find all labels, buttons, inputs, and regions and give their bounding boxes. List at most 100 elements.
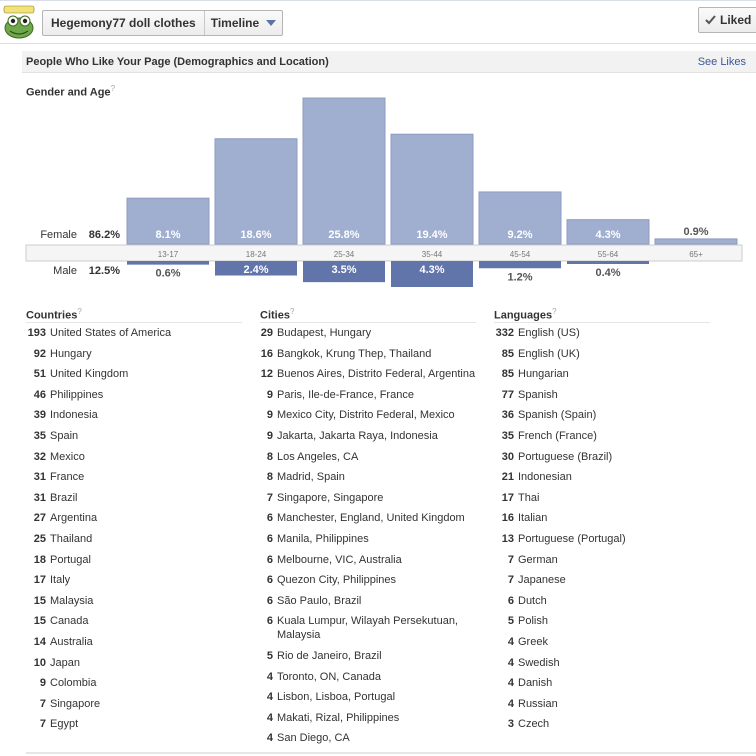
item-name: Portugal <box>50 553 91 566</box>
timeline-dropdown[interactable]: Timeline <box>205 11 282 35</box>
item-name: Singapore <box>50 697 101 710</box>
item-count: 29 <box>260 327 273 339</box>
male-value-label: 2.4% <box>243 264 268 276</box>
list-item: 10 Japan <box>26 656 242 670</box>
item-name: English (UK) <box>518 347 580 360</box>
list-item: 36 Spanish (Spain) <box>494 408 710 422</box>
item-name: Russian <box>518 697 558 710</box>
item-name: Bangkok, Krung Thep, Thailand <box>277 347 432 360</box>
item-name: Italian <box>518 512 548 525</box>
item-count: 12 <box>260 368 273 381</box>
male-bar <box>479 261 561 269</box>
item-name: Czech <box>518 718 550 731</box>
list-item: 7 Singapore <box>26 697 242 711</box>
age-tick-label: 13-17 <box>158 250 179 259</box>
item-name: Portuguese (Brazil) <box>518 450 613 463</box>
item-count: 36 <box>501 409 514 422</box>
list-item: 85 Hungarian <box>494 367 710 381</box>
list-item: 17 Thai <box>494 491 710 505</box>
cities-heading: Cities? <box>260 305 476 323</box>
list-item: 4 Makati, Rizal, Philippines <box>260 711 476 725</box>
list-item: 51 United Kingdom <box>26 367 242 381</box>
item-count: 6 <box>266 615 273 628</box>
list-item: 7 Japanese <box>494 573 710 587</box>
item-count: 5 <box>266 649 273 662</box>
item-name: Portuguese (Portugal) <box>518 532 626 545</box>
help-icon[interactable]: ? <box>290 307 294 316</box>
item-count: 6 <box>266 594 273 607</box>
female-value-label: 4.3% <box>595 229 620 241</box>
item-count: 6 <box>266 512 273 525</box>
item-count: 8 <box>266 471 273 484</box>
list-item: 31 France <box>26 470 242 484</box>
item-count: 4 <box>507 697 514 710</box>
see-likes-link[interactable]: See Likes <box>698 56 746 68</box>
female-total: 86.2% <box>89 229 120 241</box>
item-count: 6 <box>266 574 273 587</box>
male-value-label: 0.6% <box>155 268 180 280</box>
item-count: 25 <box>33 532 46 545</box>
item-count: 85 <box>501 368 514 381</box>
list-item: 92 Hungary <box>26 347 242 361</box>
female-value-label: 25.8% <box>328 229 359 241</box>
list-item: 6 Kuala Lumpur, Wilayah Persekutuan, Mala… <box>260 614 476 642</box>
checkmark-icon <box>705 15 716 25</box>
item-name: Brazil <box>50 491 78 504</box>
item-count: 7 <box>507 553 514 566</box>
age-tick-label: 45-54 <box>510 250 531 259</box>
item-name: Indonesia <box>50 409 98 422</box>
item-name: Colombia <box>50 677 97 690</box>
item-count: 77 <box>501 388 514 401</box>
list-item: 4 Swedish <box>494 656 710 670</box>
female-value-label: 9.2% <box>507 229 532 241</box>
list-item: 9 Paris, Ile-de-France, France <box>260 388 476 402</box>
item-count: 332 <box>495 327 514 339</box>
list-item: 77 Spanish <box>494 388 710 402</box>
female-value-label: 19.4% <box>416 229 447 241</box>
item-name: Australia <box>50 635 93 648</box>
list-item: 46 Philippines <box>26 388 242 402</box>
list-item: 31 Brazil <box>26 491 242 505</box>
help-icon[interactable]: ? <box>552 307 556 316</box>
cities-list: 29 Budapest, Hungary 16 Bangkok, Krung Thep… <box>260 326 476 745</box>
item-count: 85 <box>501 347 514 360</box>
item-name: Mexico City, Distrito Federal, Mexico <box>277 409 455 422</box>
item-count: 6 <box>507 594 514 607</box>
item-name: Los Angeles, CA <box>277 450 359 463</box>
list-item: 7 Egypt <box>26 717 242 731</box>
item-count: 51 <box>33 368 46 381</box>
liked-button[interactable]: Liked <box>698 7 756 33</box>
item-name: São Paulo, Brazil <box>277 594 362 607</box>
age-tick-label: 65+ <box>689 250 703 259</box>
item-name: Budapest, Hungary <box>277 327 372 339</box>
male-label: Male <box>53 265 77 277</box>
page-name-button[interactable]: Hegemony77 doll clothes <box>43 11 205 35</box>
female-bar <box>302 97 386 245</box>
list-item: 4 Danish <box>494 676 710 690</box>
item-name: Makati, Rizal, Philippines <box>277 711 400 724</box>
item-name: Singapore, Singapore <box>277 491 384 504</box>
item-name: Thai <box>518 491 540 504</box>
item-name: Japanese <box>518 574 566 587</box>
list-item: 25 Thailand <box>26 532 242 546</box>
item-count: 6 <box>266 553 273 566</box>
item-name: Manchester, England, United Kingdom <box>277 512 465 525</box>
item-count: 3 <box>507 718 514 731</box>
page-logo[interactable] <box>3 4 35 40</box>
female-value-label: 8.1% <box>155 229 180 241</box>
countries-list: 193 United States of America 92 Hungary 51 Un… <box>26 326 242 731</box>
item-count: 9 <box>266 388 273 401</box>
item-name: Melbourne, VIC, Australia <box>277 553 402 566</box>
list-item: 4 San Diego, CA <box>260 731 476 745</box>
item-name: France <box>50 471 85 484</box>
item-name: Danish <box>518 677 553 690</box>
list-item: 9 Mexico City, Distrito Federal, Mexico <box>260 408 476 422</box>
list-item: 13 Portuguese (Portugal) <box>494 532 710 546</box>
help-icon[interactable]: ? <box>77 307 81 316</box>
item-count: 15 <box>33 615 46 628</box>
item-count: 10 <box>33 656 46 669</box>
list-item: 14 Australia <box>26 635 242 649</box>
male-value-label: 3.5% <box>331 264 356 276</box>
item-count: 35 <box>33 429 46 442</box>
item-name: Rio de Janeiro, Brazil <box>277 649 382 662</box>
